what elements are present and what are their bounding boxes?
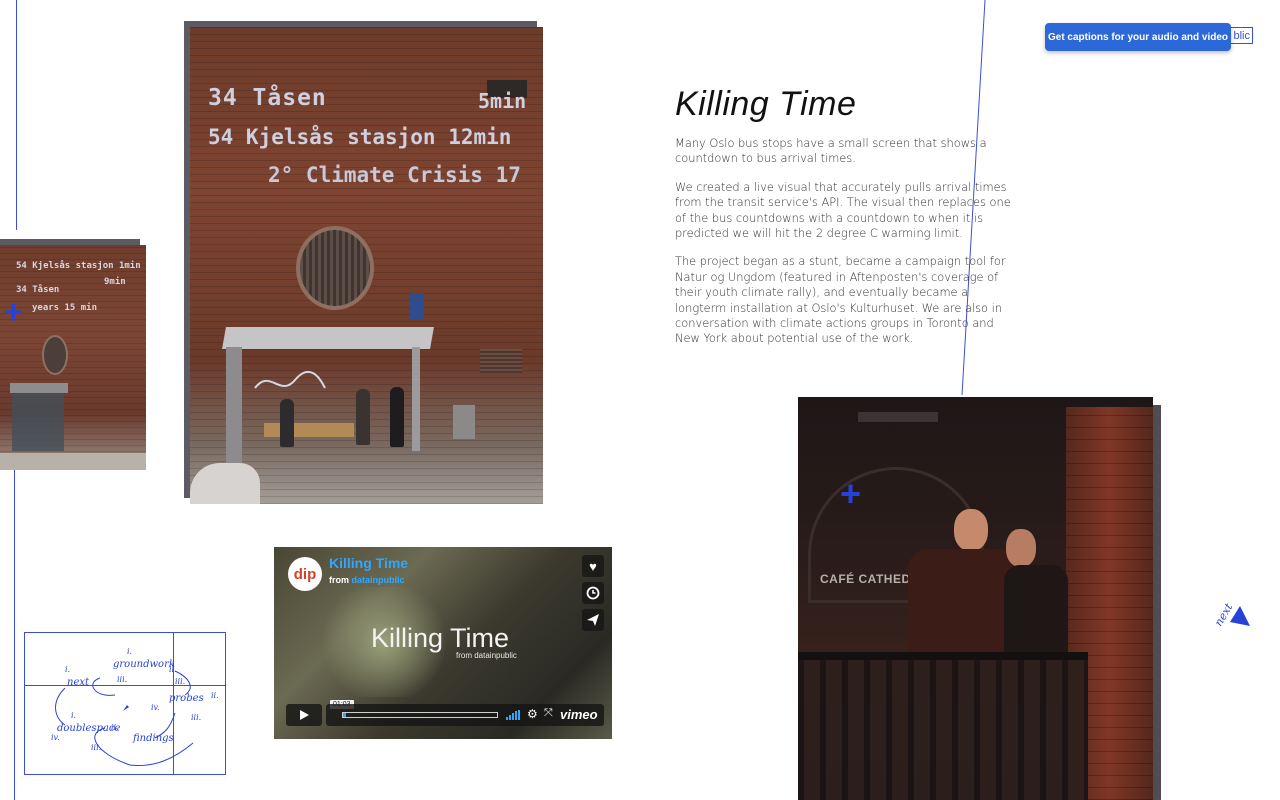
fullscreen-icon[interactable]: ⤧ bbox=[544, 707, 553, 720]
main-bus-stop-photo[interactable]: 34 Tåsen 5min 54 Kjelsås stasjon 12min 2… bbox=[190, 27, 543, 504]
plus-marker-right: + bbox=[840, 473, 862, 514]
photo-person-left-head bbox=[954, 509, 988, 551]
main-photo-bench bbox=[264, 423, 354, 437]
like-button[interactable]: ♥ bbox=[582, 555, 604, 577]
nav-numeral: ii. bbox=[211, 691, 219, 700]
left-bus-stop-photo[interactable]: 54 Kjelsås stasjon 1min 34 Tåsen 9min ye… bbox=[0, 245, 146, 470]
photo-person-right-head bbox=[1006, 529, 1036, 567]
video-byline: from datainpublic bbox=[329, 575, 405, 585]
video-title[interactable]: Killing Time bbox=[329, 555, 408, 571]
video-logo[interactable]: dip bbox=[288, 557, 322, 591]
video-controls-right: ⚙ ⤧ vimeo bbox=[326, 704, 604, 726]
left-photo-text-3: 9min bbox=[104, 277, 126, 287]
main-photo-shelter-post-right bbox=[412, 347, 420, 451]
photo-person-right-body bbox=[1004, 565, 1068, 655]
paper-plane-icon bbox=[587, 614, 599, 626]
nav-link-findings[interactable]: findings bbox=[133, 733, 174, 744]
left-photo-shelter-glass bbox=[12, 393, 64, 451]
vimeo-video-player[interactable]: dip Killing Time from datainpublic Killi… bbox=[274, 547, 612, 739]
main-photo-person-3 bbox=[390, 387, 404, 447]
video-center-title: Killing Time bbox=[371, 623, 510, 653]
decorative-line-left bbox=[16, 0, 17, 230]
nav-numeral: ii. bbox=[111, 723, 119, 732]
get-captions-button[interactable]: Get captions for your audio and video bbox=[1045, 23, 1231, 51]
main-photo-text-5min: 5min bbox=[478, 89, 527, 113]
video-byline-prefix: from bbox=[329, 575, 349, 585]
nav-numeral: i. bbox=[127, 647, 133, 656]
nav-numeral: i. bbox=[71, 711, 77, 720]
nav-numeral: iv. bbox=[51, 733, 60, 742]
nav-link-groundwork[interactable]: groundwork bbox=[113, 659, 175, 670]
main-photo-person-1 bbox=[280, 399, 294, 447]
video-logo-text: dip bbox=[293, 565, 317, 583]
video-control-bar: ⚙ ⤧ vimeo bbox=[286, 704, 604, 728]
nav-numeral: iv. bbox=[151, 703, 160, 712]
main-photo-text-tasen: 34 Tåsen bbox=[208, 85, 327, 111]
left-photo-ground bbox=[0, 453, 146, 470]
plus-marker-left: + bbox=[4, 294, 23, 330]
nav-numeral: iii. bbox=[191, 713, 202, 722]
main-photo-text-kjelsas: 54 Kjelsås stasjon 12min bbox=[208, 125, 512, 149]
left-photo-text-4: years 15 min bbox=[32, 303, 98, 313]
nav-numeral: i. bbox=[65, 665, 71, 674]
nav-numeral: iii. bbox=[91, 743, 102, 752]
nav-link-next[interactable]: next bbox=[67, 677, 89, 688]
main-photo-bin bbox=[453, 405, 475, 439]
vimeo-logo[interactable]: vimeo bbox=[560, 707, 598, 722]
article: Killing Time Many Oslo bus stops have a … bbox=[675, 85, 1015, 360]
play-icon bbox=[300, 710, 309, 720]
main-photo-vent bbox=[480, 349, 522, 373]
nav-numeral: ii. bbox=[169, 665, 177, 674]
clock-icon bbox=[586, 586, 600, 600]
main-photo-person-2 bbox=[356, 389, 370, 445]
nav-map[interactable]: groundwork next probes doublespace findi… bbox=[24, 632, 226, 775]
triangle-arrow-icon bbox=[1230, 606, 1250, 626]
main-photo-shelter-post-left bbox=[226, 347, 242, 471]
article-paragraph-1: Many Oslo bus stops have a small screen … bbox=[675, 136, 987, 166]
main-photo-text-climate: 2° Climate Crisis 17 bbox=[268, 163, 521, 187]
heart-icon: ♥ bbox=[589, 558, 597, 574]
photo-lamp bbox=[858, 412, 938, 422]
article-paragraph-2: We created a live visual that accurately… bbox=[675, 179, 1011, 241]
article-title: Killing Time bbox=[675, 85, 857, 123]
photo-railing bbox=[798, 652, 1088, 800]
left-photo-round-window bbox=[42, 335, 68, 375]
main-photo-shelter-roof bbox=[222, 327, 434, 349]
settings-icon[interactable]: ⚙ bbox=[527, 707, 538, 721]
nav-numeral: iii. bbox=[175, 677, 186, 686]
nav-numeral: iii. bbox=[117, 675, 128, 684]
volume-icon[interactable] bbox=[506, 710, 522, 720]
decorative-line-left-lower bbox=[14, 470, 15, 800]
left-photo-text-1: 54 Kjelsås stasjon 1min bbox=[16, 261, 141, 271]
play-button[interactable] bbox=[286, 704, 322, 726]
photo-railing-top bbox=[798, 652, 1088, 660]
left-photo-shelter bbox=[10, 383, 68, 393]
share-button[interactable] bbox=[582, 609, 604, 631]
hand-drawn-squiggle bbox=[254, 370, 326, 389]
video-progress-bar[interactable] bbox=[342, 712, 498, 718]
video-progress-fill bbox=[343, 713, 347, 717]
kulturhuset-installation-photo[interactable]: CAFÉ CATHEDRAL bbox=[798, 397, 1153, 800]
main-photo-blue-sign bbox=[410, 293, 424, 319]
nav-link-probes[interactable]: probes bbox=[169, 693, 204, 704]
main-photo-snow-pile bbox=[190, 463, 260, 504]
video-center-subtitle: from datainpublic bbox=[456, 651, 517, 660]
video-byline-user[interactable]: datainpublic bbox=[352, 575, 405, 585]
photo-person-left-body bbox=[908, 549, 1018, 659]
article-paragraph-3: The project began as a stunt, became a c… bbox=[675, 254, 1006, 346]
watch-later-button[interactable] bbox=[582, 582, 604, 604]
main-photo-round-window bbox=[296, 226, 374, 310]
next-arrow-button[interactable]: next bbox=[1212, 600, 1254, 630]
